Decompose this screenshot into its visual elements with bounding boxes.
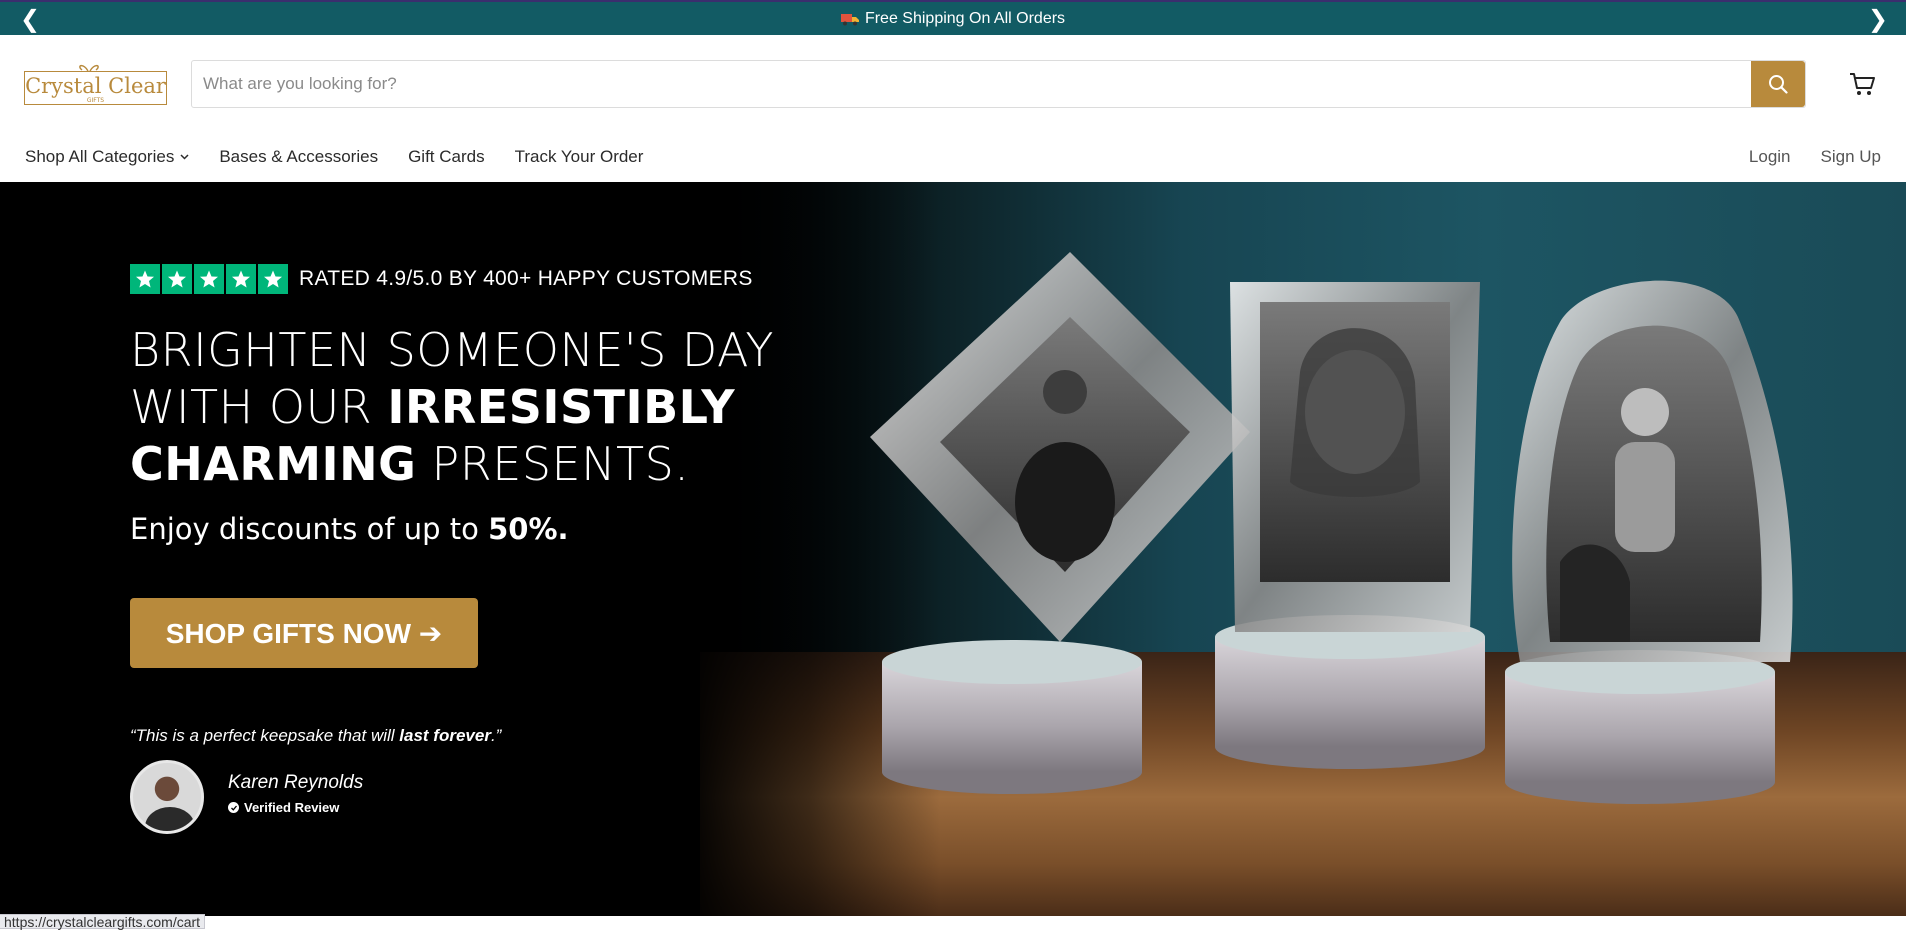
logo-subtext: GIFTS [87,97,104,104]
reviewer-avatar [130,760,204,834]
search-bar [191,60,1806,108]
logo-text: Crystal Clear [25,74,167,98]
trust-stars [130,264,290,294]
cart-icon[interactable] [1848,70,1876,98]
search-input[interactable] [192,61,1751,107]
signup-link[interactable]: Sign Up [1821,147,1881,167]
star-icon [194,264,224,294]
star-icon [162,264,192,294]
headline-line-3b: PRESENTS. [416,437,690,491]
quote-text-b: last forever [399,726,491,745]
check-icon [228,802,239,813]
site-header: Crystal Clear GIFTS Shop All Categories … [0,35,1906,166]
hero-banner: RATED 4.9/5.0 BY 400+ HAPPY CUSTOMERS BR… [0,182,1906,916]
quote-text-a: “This is a perfect keepsake that will [130,726,400,745]
star-icon [130,264,160,294]
search-button[interactable] [1751,61,1805,107]
nav-gift-cards[interactable]: Gift Cards [408,147,485,167]
main-nav: Shop All Categories Bases & Accessories … [25,141,673,173]
search-icon [1769,75,1788,94]
star-icon [226,264,256,294]
headline-line-1: BRIGHTEN SOMEONE'S DAY [130,323,774,377]
nav-item-label: Shop All Categories [25,147,175,166]
verified-badge: Verified Review [228,800,339,815]
subline-percent: 50%. [488,512,569,546]
account-nav: Login Sign Up [1719,141,1881,173]
rating-text: RATED 4.9/5.0 BY 400+ HAPPY CUSTOMERS [299,267,753,290]
announcement-next-arrow[interactable]: ❯ [1868,5,1888,35]
nav-shop-all-categories[interactable]: Shop All Categories [25,147,189,167]
hero-headline: BRIGHTEN SOMEONE'S DAY WITH OUR IRRESIST… [130,322,810,493]
nav-bases-accessories[interactable]: Bases & Accessories [219,147,378,167]
brand-logo[interactable]: Crystal Clear GIFTS [24,57,167,112]
headline-line-3a: CHARMING [130,437,417,491]
hero-discount-text: Enjoy discounts of up to 50%. [130,512,569,546]
reviewer-name: Karen Reynolds [228,772,364,793]
announcement-text: Free Shipping On All Orders [864,9,1066,27]
star-icon [258,264,288,294]
rating-row: RATED 4.9/5.0 BY 400+ HAPPY CUSTOMERS [130,264,753,294]
truck-icon [840,13,859,25]
hero-product-image [870,252,1793,804]
announcement-bar: ❮ Free Shipping On All Orders ❯ [0,0,1906,35]
testimonial-quote: “This is a perfect keepsake that will la… [130,726,501,746]
browser-status-url: https://crystalcleargifts.com/cart [0,914,206,929]
headline-line-2b: IRRESISTIBLY [387,380,736,434]
verified-label: Verified Review [244,800,340,815]
shop-gifts-now-button[interactable]: SHOP GIFTS NOW ➔ [130,598,478,668]
announcement-prev-arrow[interactable]: ❮ [20,5,40,35]
nav-track-order[interactable]: Track Your Order [515,147,644,167]
quote-text-c: .” [490,726,502,745]
login-link[interactable]: Login [1749,147,1791,167]
chevron-down-icon [180,154,189,160]
headline-line-2a: WITH OUR [130,380,388,434]
subline-text: Enjoy discounts of up to [130,512,489,546]
